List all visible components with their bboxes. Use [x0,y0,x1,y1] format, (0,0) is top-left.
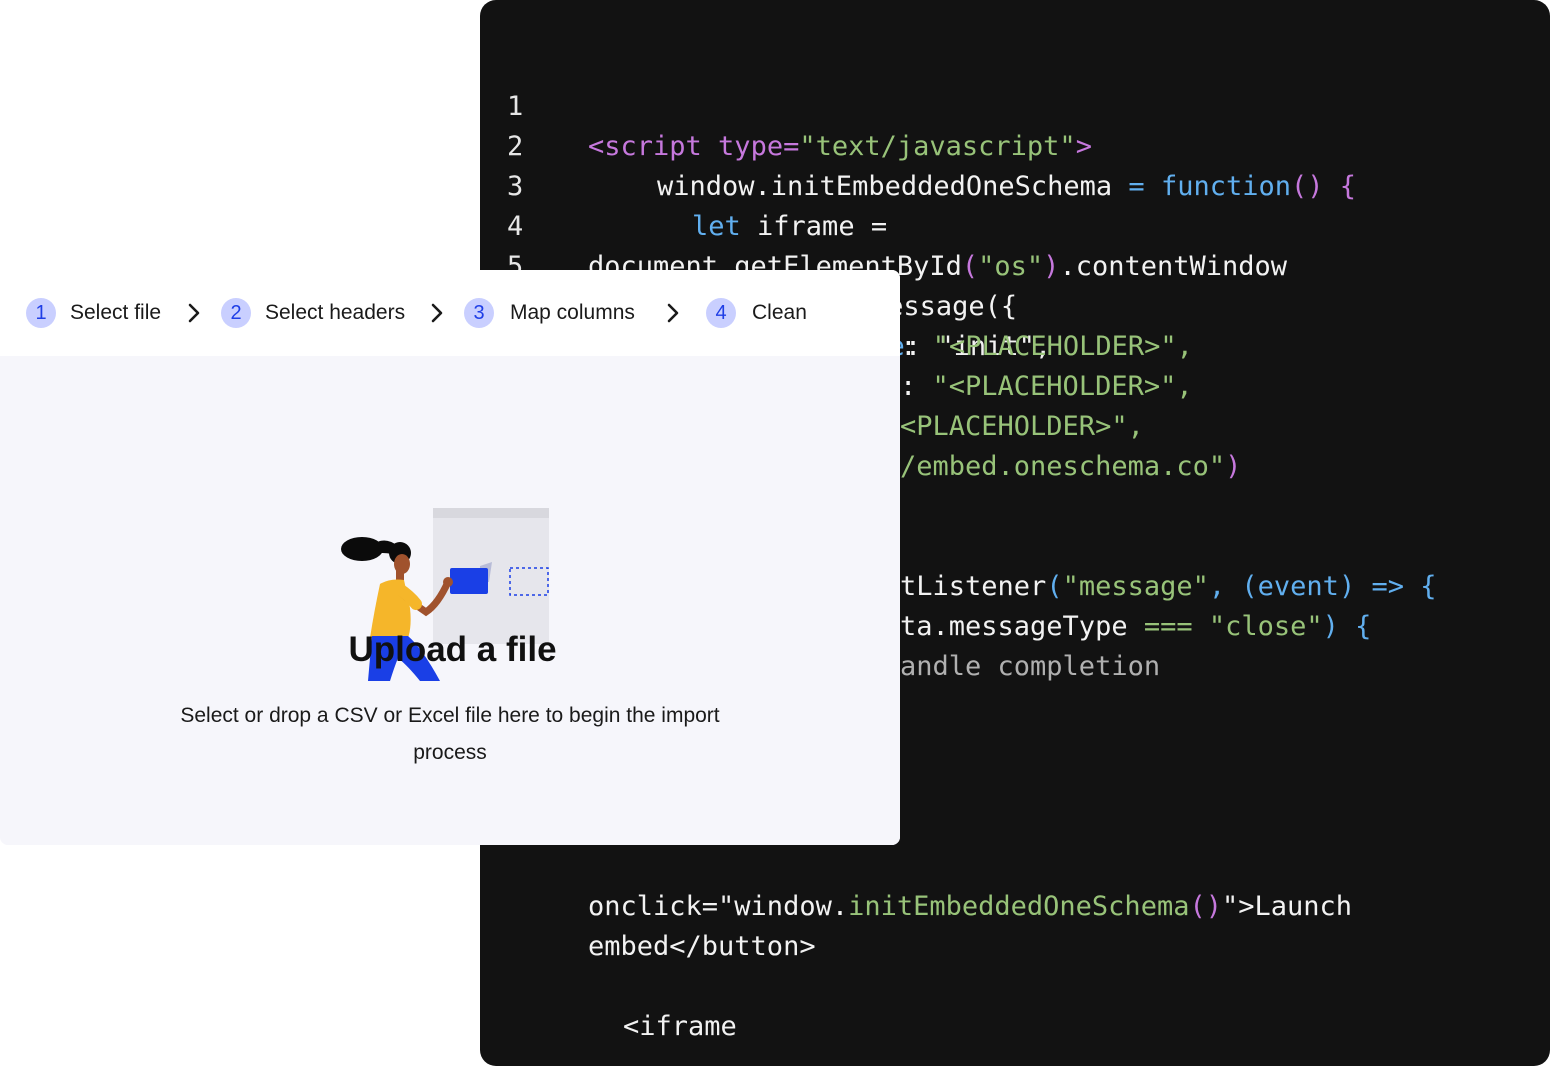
step-select-headers[interactable]: 2 Select headers [221,297,405,329]
code-token: ( [1046,571,1063,602]
code-token: initEmbeddedOneSchema [848,891,1190,922]
code-token: "os" [978,251,1044,282]
chevron-right-icon [431,303,443,323]
code-token: ">Launch [1221,891,1353,922]
code-token: function [1160,171,1291,202]
code-line: onclick="window.initEmbeddedOneSchema()"… [480,847,1352,922]
step-number-badge: 4 [706,298,736,328]
code-line: 2 window.initEmbeddedOneSchema = functio… [480,87,1356,202]
file-drop-zone[interactable]: Upload a file Select or drop a CSV or Ex… [0,356,900,845]
code-token: "<PLACEHOLDER>", [932,331,1193,362]
code-token: (event) [1241,571,1356,602]
code-line: 3 let iframe = [480,127,887,242]
code-token: () [1189,891,1222,922]
code-token: .contentWindow [1059,251,1288,282]
code-token: { [1323,171,1357,202]
step-label: Clean [752,301,807,324]
code-token: tListener [900,571,1047,602]
chevron-right-icon [188,303,200,323]
code-token: : [900,331,933,362]
code-line: <iframe [480,967,737,1042]
code-token: "text/javascript" [799,131,1076,162]
step-label: Select file [70,301,162,324]
code-token: <PLACEHOLDER>", [900,411,1144,442]
code-token: , [1208,571,1242,602]
code-token: type= [701,131,800,162]
step-number-badge: 1 [26,298,56,328]
code-token: "<PLACEHOLDER>", [932,371,1193,402]
code-line: 4 document.getElementById("os").contentW… [480,167,1287,282]
step-map-columns[interactable]: 3 Map columns [464,297,635,329]
code-token: () [1290,171,1324,202]
code-token: : [900,371,933,402]
code-token: "close" [1208,611,1323,642]
step-label: Select headers [265,301,406,324]
code-token: window.initEmbeddedOneSchema [657,171,1113,202]
code-token: ) [1322,611,1339,642]
code-line: embed</button> [480,887,816,962]
code-token: <script [588,131,702,162]
code-token: ) [1225,451,1242,482]
code-token: <iframe [623,1011,737,1042]
upload-title: Upload a file [348,630,557,669]
code-line: 1 <script type="text/javascript"> [480,47,1092,162]
stepper: 1 Select file 2 Select headers 3 Map col… [0,270,900,356]
step-number-badge: 3 [464,298,494,328]
step-label: Map columns [510,301,635,324]
code-token: iframe = [740,211,888,242]
code-token: = [1112,171,1161,202]
code-token: ) [1043,251,1060,282]
upload-description: Select or drop a CSV or Excel file here … [180,704,720,764]
code-token: embed</button> [588,931,816,962]
code-token: ( [961,251,979,282]
code-line: 5 iframe.postMessage({ [480,207,1017,322]
step-clean[interactable]: 4 Clean [706,297,807,329]
code-token: === [1127,611,1209,642]
code-token: { [1338,611,1372,642]
chevron-right-icon [667,303,679,323]
step-number-badge: 2 [221,298,251,328]
import-card: 1 Select file 2 Select headers 3 Map col… [0,270,900,845]
code-token: onclick="window. [588,891,849,922]
step-select-file[interactable]: 1 Select file [26,297,161,329]
code-token: let [692,211,741,242]
code-token: "message" [1062,571,1209,602]
code-token: ta.messageType [900,611,1128,642]
code-token: andle completion [900,651,1161,682]
code-token: => { [1355,571,1437,602]
code-token: > [1075,131,1092,162]
code-token: /embed.oneschema.co" [900,451,1226,482]
